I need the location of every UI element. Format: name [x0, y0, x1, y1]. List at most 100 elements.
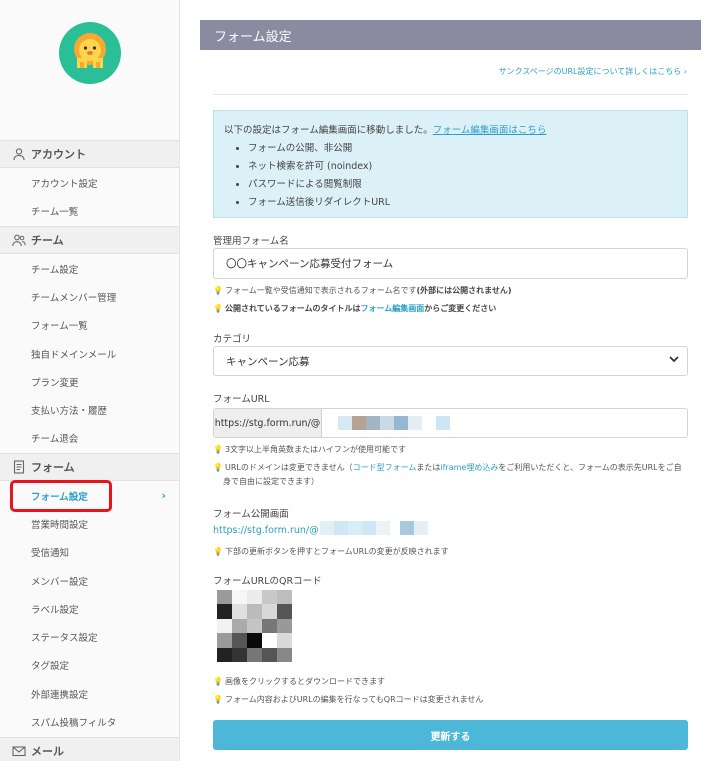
- sidebar-item-label: チーム一覧: [31, 207, 79, 218]
- sidebar-item-notification[interactable]: 受信通知: [0, 538, 179, 566]
- section-mail: メール: [0, 737, 179, 761]
- mail-icon: [12, 746, 26, 757]
- sidebar-item-spam-filter[interactable]: スパム投稿フィルタ: [0, 708, 179, 736]
- qr-label: フォームURLのQRコード: [213, 576, 322, 587]
- thanks-page-help-link[interactable]: サンクスページのURL設定について詳しくはこちら ›: [499, 66, 687, 77]
- category-label: カテゴリ: [213, 334, 252, 345]
- sidebar-item-payment-history[interactable]: 支払い方法・履歴: [0, 396, 179, 424]
- sidebar-item-label: チーム設定: [31, 265, 79, 276]
- sidebar-item-label: アカウント設定: [31, 179, 98, 190]
- form-url-label: フォームURL: [213, 394, 270, 405]
- sidebar-item-team-member-mgmt[interactable]: チームメンバー管理: [0, 283, 179, 311]
- info-list-item: フォームの公開、非公開: [248, 140, 677, 158]
- code-form-link[interactable]: コード型フォーム: [353, 463, 417, 472]
- page-title-text: フォーム設定: [214, 29, 292, 45]
- main-content: フォーム設定 サンクスページのURL設定について詳しくはこちら › 以下の設定は…: [200, 0, 701, 761]
- form-url-domain-hint: 💡 URLのドメインは変更できません（コード型フォームまたはiframe埋め込みを…: [213, 461, 688, 489]
- section-mail-label: メール: [31, 745, 64, 758]
- public-url-label: フォーム公開画面: [213, 509, 289, 520]
- sidebar-item-label: 外部連携設定: [31, 690, 89, 701]
- divider: [213, 94, 688, 95]
- sidebar-item-business-hours[interactable]: 営業時間設定: [0, 510, 179, 538]
- sidebar-item-team-leave[interactable]: チーム退会: [0, 424, 179, 452]
- section-account: アカウント: [0, 140, 179, 168]
- section-team: チーム: [0, 226, 179, 254]
- sidebar-item-form-list[interactable]: フォーム一覧: [0, 311, 179, 339]
- admin-name-hint-2: 💡 公開されているフォームのタイトルはフォーム編集画面からご変更ください: [213, 302, 688, 316]
- info-list-item: パスワードによる閲覧制限: [248, 176, 677, 194]
- hint-text: 画像をクリックするとダウンロードできます: [224, 677, 385, 686]
- section-account-label: アカウント: [31, 148, 86, 161]
- sidebar-item-label: プラン変更: [31, 378, 79, 389]
- sidebar-item-member-settings[interactable]: メンバー設定: [0, 567, 179, 595]
- admin-name-input[interactable]: 〇〇キャンペーン応募受付フォーム: [213, 248, 688, 279]
- lightbulb-icon: 💡: [213, 304, 223, 313]
- category-value: キャンペーン応募: [226, 355, 310, 368]
- hint-text: URLのドメインは変更できません（: [224, 463, 353, 472]
- section-form: フォーム: [0, 453, 179, 481]
- form-url-hint: 💡 3文字以上半角英数またはハイフンが使用可能です: [213, 443, 688, 457]
- sidebar-item-label: メンバー設定: [31, 577, 89, 588]
- highlight-annotation: [10, 480, 112, 512]
- sidebar-item-status-settings[interactable]: ステータス設定: [0, 623, 179, 651]
- lion-logo-icon: [74, 33, 106, 68]
- sidebar-item-label: ラベル設定: [31, 605, 79, 616]
- hint-text: フォーム内容およびURLの編集を行なってもQRコードは変更されません: [224, 695, 484, 704]
- lightbulb-icon: 💡: [213, 445, 223, 454]
- form-url-slug-input[interactable]: [324, 409, 687, 437]
- hint-text: フォーム一覧や受信通知で表示されるフォーム名です: [224, 286, 417, 295]
- team-avatar[interactable]: [59, 22, 121, 84]
- sidebar-item-label: 営業時間設定: [31, 520, 89, 531]
- hint-bold-text: (外部には公開されません): [416, 286, 512, 295]
- public-url-text: https://stg.form.run/@: [213, 525, 319, 536]
- page-title: フォーム設定: [200, 20, 701, 50]
- lightbulb-icon: 💡: [213, 463, 223, 472]
- section-form-label: フォーム: [31, 461, 75, 474]
- info-notice: 以下の設定はフォーム編集画面に移動しました。フォーム編集画面はこちら フォームの…: [213, 110, 688, 218]
- qr-code-image[interactable]: [217, 590, 292, 662]
- chevron-down-icon: [668, 353, 680, 369]
- user-icon: [13, 148, 25, 161]
- document-icon: [13, 460, 25, 474]
- info-list-item: ネット検索を許可 (noindex): [248, 158, 677, 176]
- form-editor-link[interactable]: フォーム編集画面はこちら: [433, 125, 547, 136]
- sidebar-item-tag-settings[interactable]: タグ設定: [0, 651, 179, 679]
- sidebar-item-team-list[interactable]: チーム一覧: [0, 197, 179, 225]
- update-button-label: 更新する: [430, 731, 471, 743]
- iframe-embed-link[interactable]: iframe埋め込み: [440, 463, 498, 472]
- info-lead: 以下の設定はフォーム編集画面に移動しました。フォーム編集画面はこちら: [224, 122, 677, 136]
- section-team-label: チーム: [31, 234, 64, 247]
- sidebar-item-label: タグ設定: [31, 661, 70, 672]
- chevron-right-icon: ›: [161, 489, 166, 502]
- category-select[interactable]: キャンペーン応募: [213, 346, 688, 376]
- form-url-prefix: https://stg.form.run/@: [214, 409, 322, 437]
- lightbulb-icon: 💡: [213, 677, 223, 686]
- sidebar-item-account-settings[interactable]: アカウント設定: [0, 169, 179, 197]
- sidebar-item-label-settings[interactable]: ラベル設定: [0, 595, 179, 623]
- qr-hint-2: 💡 フォーム内容およびURLの編集を行なってもQRコードは変更されません: [213, 693, 688, 707]
- update-button[interactable]: 更新する: [213, 720, 688, 750]
- info-lead-text: 以下の設定はフォーム編集画面に移動しました。: [224, 125, 433, 136]
- form-url-input-group[interactable]: https://stg.form.run/@: [213, 408, 688, 438]
- users-icon: [12, 234, 26, 247]
- sidebar-item-label: 支払い方法・履歴: [31, 406, 108, 417]
- lightbulb-icon: 💡: [213, 547, 223, 556]
- info-list: フォームの公開、非公開 ネット検索を許可 (noindex) パスワードによる閲…: [224, 140, 677, 212]
- admin-name-hint: 💡 フォーム一覧や受信通知で表示されるフォーム名です(外部には公開されません): [213, 284, 688, 298]
- public-url-link[interactable]: https://stg.form.run/@: [213, 525, 319, 536]
- sidebar-item-team-settings[interactable]: チーム設定: [0, 255, 179, 283]
- public-url-slug-blur: [320, 521, 440, 535]
- hint-bold-text: からご変更ください: [424, 304, 497, 313]
- admin-name-value: 〇〇キャンペーン応募受付フォーム: [226, 258, 394, 270]
- admin-name-label: 管理用フォーム名: [213, 236, 289, 247]
- sidebar-item-label: ステータス設定: [31, 633, 98, 644]
- sidebar-item-label: 独自ドメインメール: [31, 350, 117, 361]
- sidebar-item-external-integration[interactable]: 外部連携設定: [0, 680, 179, 708]
- form-editor-hint-link[interactable]: フォーム編集画面: [361, 304, 425, 313]
- sidebar-item-label: チームメンバー管理: [31, 293, 117, 304]
- sidebar: アカウント アカウント設定 チーム一覧 チーム チーム設定 チームメンバー管理 …: [0, 0, 180, 761]
- hint-text: 3文字以上半角英数またはハイフンが使用可能です: [224, 445, 407, 454]
- sidebar-item-plan-change[interactable]: プラン変更: [0, 368, 179, 396]
- sidebar-item-custom-domain-mail[interactable]: 独自ドメインメール: [0, 340, 179, 368]
- hint-text: または: [416, 463, 441, 472]
